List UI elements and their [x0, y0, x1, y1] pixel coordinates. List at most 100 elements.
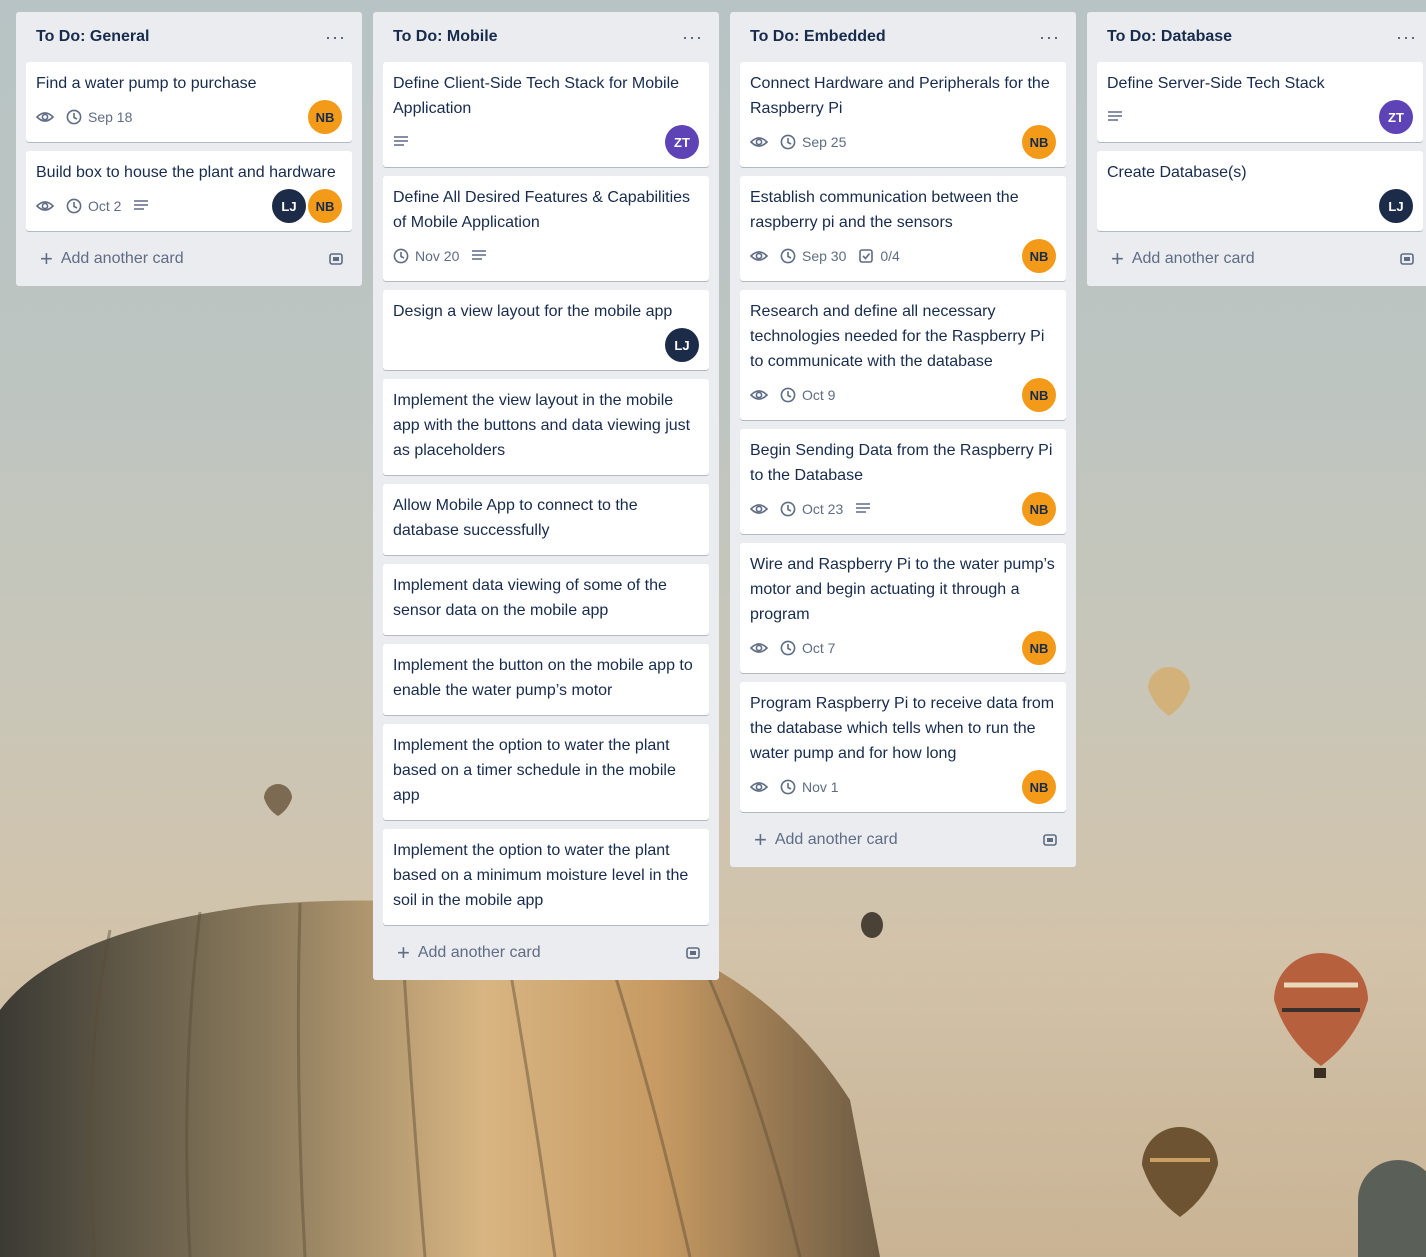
card[interactable]: Find a water pump to purchase Sep 18 NB — [26, 62, 352, 142]
card[interactable]: Wire and Raspberry Pi to the water pump’… — [740, 543, 1066, 673]
card-template-icon[interactable] — [685, 945, 701, 961]
card-badges: Sep 30 0/4 — [750, 248, 900, 264]
card[interactable]: Implement the view layout in the mobile … — [383, 379, 709, 475]
card-badges: Oct 23 — [750, 501, 871, 517]
card-template-icon[interactable] — [1399, 251, 1415, 267]
card[interactable]: Implement the button on the mobile app t… — [383, 644, 709, 715]
due-date-badge[interactable]: Nov 1 — [780, 779, 839, 795]
card[interactable]: Implement the option to water the plant … — [383, 829, 709, 925]
card-title: Establish communication between the rasp… — [750, 189, 1019, 231]
card-title: Implement the view layout in the mobile … — [393, 392, 691, 459]
due-date-text: Oct 23 — [802, 501, 844, 517]
avatar[interactable]: NB — [308, 100, 342, 134]
list-header[interactable]: To Do: Mobile ··· — [383, 12, 709, 62]
card[interactable]: Create Database(s) LJ — [1097, 151, 1423, 231]
more-icon[interactable]: ··· — [1039, 27, 1066, 48]
card-badges-row: Sep 30 0/4 NB — [750, 239, 1056, 273]
due-date-text: Oct 9 — [802, 387, 836, 403]
card-container: Define Client-Side Tech Stack for Mobile… — [383, 62, 709, 925]
avatar[interactable]: NB — [1022, 770, 1056, 804]
card[interactable]: Implement data viewing of some of the se… — [383, 564, 709, 635]
card-title: Wire and Raspberry Pi to the water pump’… — [750, 556, 1055, 623]
due-date-badge[interactable]: Oct 23 — [780, 501, 843, 517]
card-badges-row: LJ — [393, 328, 699, 362]
due-date-text: Nov 1 — [802, 779, 839, 795]
avatar[interactable]: LJ — [665, 328, 699, 362]
card-members: ZT — [1379, 100, 1413, 134]
card-members: NB — [308, 100, 342, 134]
card-template-icon[interactable] — [328, 251, 344, 267]
card-badges-row: LJ — [1107, 189, 1413, 223]
card-members: NB — [1022, 125, 1056, 159]
due-date-badge[interactable]: Oct 7 — [780, 640, 835, 656]
card[interactable]: Connect Hardware and Peripherals for the… — [740, 62, 1066, 167]
card[interactable]: Begin Sending Data from the Raspberry Pi… — [740, 429, 1066, 534]
due-date-text: Nov 20 — [415, 248, 460, 264]
card[interactable]: Define Client-Side Tech Stack for Mobile… — [383, 62, 709, 167]
plus-icon: + — [1111, 246, 1124, 271]
card[interactable]: Implement the option to water the plant … — [383, 724, 709, 820]
avatar[interactable]: NB — [308, 189, 342, 223]
avatar[interactable]: LJ — [272, 189, 306, 223]
due-date-text: Sep 18 — [88, 109, 133, 125]
add-card-label: Add another card — [417, 944, 541, 961]
card[interactable]: Design a view layout for the mobile app L… — [383, 290, 709, 370]
due-date-text: Sep 30 — [802, 248, 847, 264]
list-title[interactable]: To Do: Embedded — [750, 28, 886, 46]
card-badges — [393, 135, 409, 149]
list-title[interactable]: To Do: General — [36, 28, 150, 46]
more-icon[interactable]: ··· — [325, 27, 352, 48]
list-header[interactable]: To Do: General ··· — [26, 12, 352, 62]
card-badges: Oct 7 — [750, 640, 835, 656]
due-date-badge[interactable]: Sep 25 — [780, 134, 846, 150]
card-title: Find a water pump to purchase — [36, 75, 257, 92]
due-date-badge[interactable]: Sep 30 — [780, 248, 846, 264]
card[interactable]: Build box to house the plant and hardwar… — [26, 151, 352, 231]
add-card-button[interactable]: + Add another card — [1097, 240, 1423, 278]
due-date-badge[interactable]: Oct 9 — [780, 387, 835, 403]
board: To Do: General ··· Find a water pump to … — [16, 12, 1426, 980]
card-badges-row: Sep 25 NB — [750, 125, 1056, 159]
due-date-badge[interactable]: Oct 2 — [66, 198, 121, 214]
clock-icon — [66, 198, 82, 214]
list-header[interactable]: To Do: Embedded ··· — [740, 12, 1066, 62]
card[interactable]: Research and define all necessary techno… — [740, 290, 1066, 420]
card[interactable]: Define All Desired Features & Capabiliti… — [383, 176, 709, 281]
card[interactable]: Allow Mobile App to connect to the datab… — [383, 484, 709, 555]
avatar[interactable]: LJ — [1379, 189, 1413, 223]
due-date-badge[interactable]: Sep 18 — [66, 109, 132, 125]
card-title: Build box to house the plant and hardwar… — [36, 164, 336, 181]
list-header[interactable]: To Do: Database ··· — [1097, 12, 1423, 62]
avatar[interactable]: NB — [1022, 492, 1056, 526]
due-date-badge[interactable]: Nov 20 — [393, 248, 459, 264]
card[interactable]: Program Raspberry Pi to receive data fro… — [740, 682, 1066, 812]
card-members: NB — [1022, 770, 1056, 804]
eye-icon — [750, 502, 768, 516]
description-icon — [133, 199, 149, 213]
avatar[interactable]: NB — [1022, 378, 1056, 412]
list-title[interactable]: To Do: Database — [1107, 28, 1232, 46]
avatar[interactable]: ZT — [1379, 100, 1413, 134]
card-badges-row: ZT — [393, 125, 699, 159]
clock-icon — [780, 779, 796, 795]
card-container: Find a water pump to purchase Sep 18 NB Bui… — [26, 62, 352, 231]
avatar[interactable]: NB — [1022, 239, 1056, 273]
more-icon[interactable]: ··· — [682, 27, 709, 48]
avatar[interactable]: NB — [1022, 125, 1056, 159]
card[interactable]: Define Server-Side Tech Stack ZT — [1097, 62, 1423, 142]
card-members: NB — [1022, 492, 1056, 526]
add-card-button[interactable]: + Add another card — [383, 934, 709, 972]
avatar[interactable]: NB — [1022, 631, 1056, 665]
add-card-button[interactable]: + Add another card — [740, 821, 1066, 859]
avatar[interactable]: ZT — [665, 125, 699, 159]
card-members: LJ NB — [272, 189, 342, 223]
card-badges: Sep 25 — [750, 134, 846, 150]
more-icon[interactable]: ··· — [1396, 27, 1423, 48]
card[interactable]: Establish communication between the rasp… — [740, 176, 1066, 281]
add-card-button[interactable]: + Add another card — [26, 240, 352, 278]
list-title[interactable]: To Do: Mobile — [393, 28, 498, 46]
clock-icon — [780, 134, 796, 150]
due-date-text: Oct 2 — [88, 198, 122, 214]
clock-icon — [780, 387, 796, 403]
card-template-icon[interactable] — [1042, 832, 1058, 848]
